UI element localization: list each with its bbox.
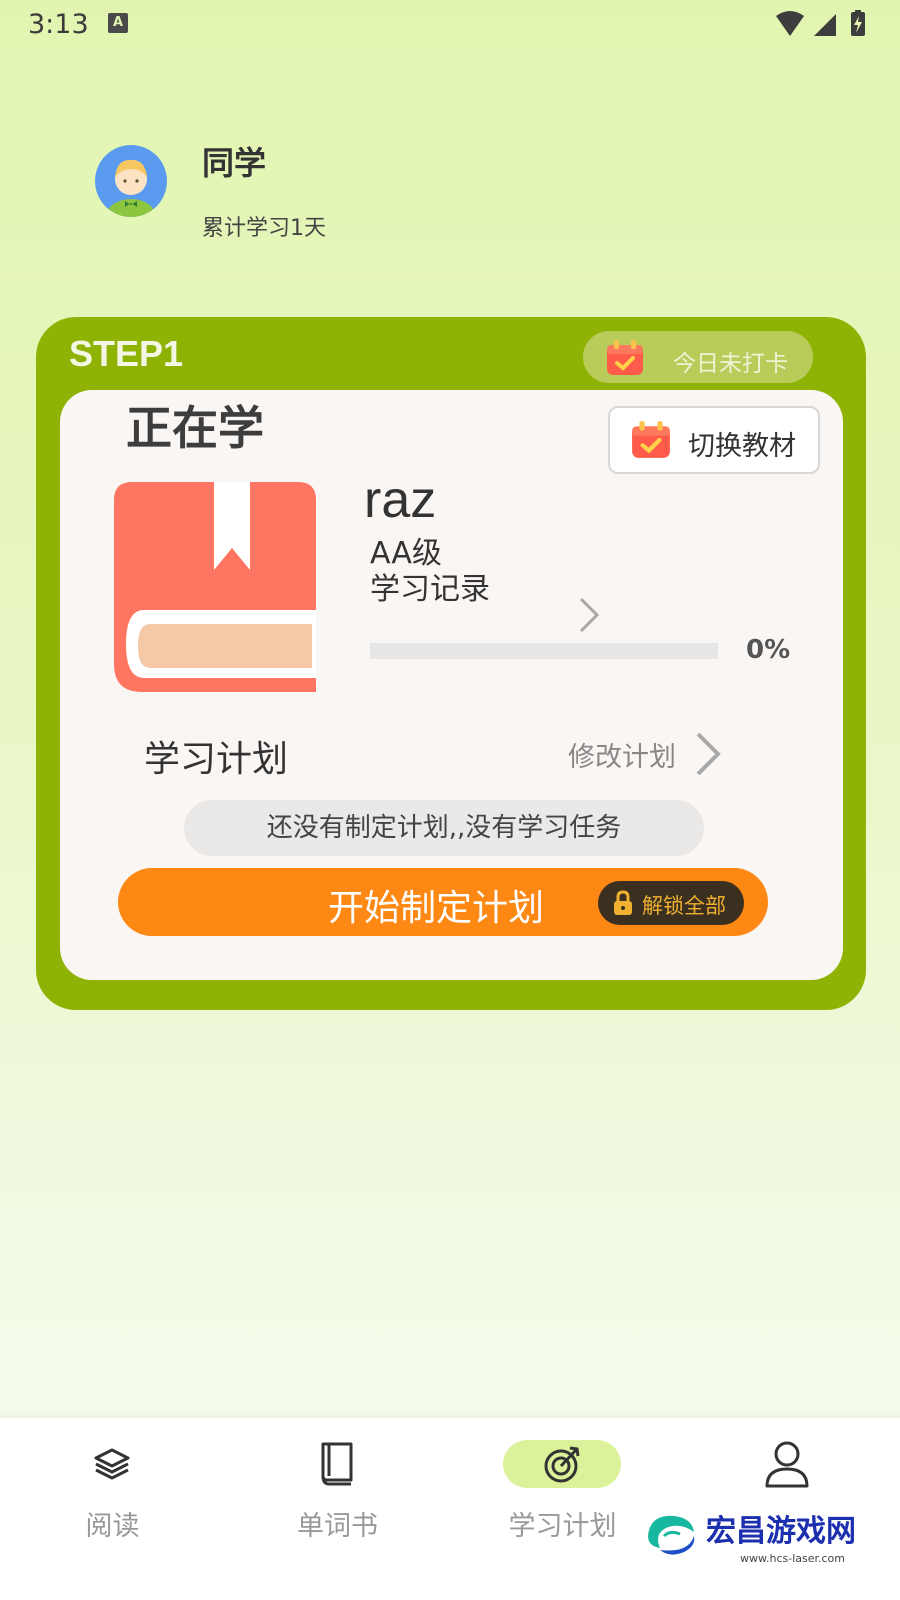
target-icon	[544, 1446, 580, 1483]
study-days-count: 累计学习1天	[202, 216, 326, 241]
watermark-title: 宏昌游戏网	[706, 1514, 856, 1549]
layers-icon	[94, 1448, 130, 1480]
watermark: 宏昌游戏网 www.hcs-laser.com	[640, 1500, 885, 1570]
current-learning-panel: 正在学 切换教材 raz AA级 学习记录 0% 学习计划 修改计划 还没有制定…	[60, 390, 843, 980]
watermark-url: www.hcs-laser.com	[740, 1552, 845, 1565]
study-plan-title: 学习计划	[144, 739, 289, 780]
status-bar: 3:13 A	[0, 0, 900, 50]
switch-textbook-label: 切换教材	[688, 431, 796, 462]
start-plan-label: 开始制定计划	[328, 888, 545, 929]
study-card: STEP1 今日未打卡 正在学 切换教材 raz AA级 学习记录 0% 学习计…	[36, 317, 866, 1010]
switch-textbook-button[interactable]: 切换教材	[608, 406, 820, 474]
battery-icon	[851, 10, 865, 36]
tab-label: 单词书	[297, 1511, 378, 1542]
status-icons	[772, 10, 872, 38]
calendar-check-icon	[607, 340, 643, 375]
checkin-status-button[interactable]: 今日未打卡	[583, 331, 813, 383]
signal-icon	[814, 14, 836, 36]
user-icon	[765, 1441, 809, 1488]
notification-badge-icon: A	[108, 13, 128, 33]
unlock-all-badge[interactable]: 解锁全部	[598, 881, 744, 925]
learning-title: 正在学	[126, 401, 264, 455]
watermark-logo-icon	[648, 1515, 695, 1555]
modify-plan-link[interactable]: 修改计划	[568, 735, 676, 774]
chevron-right-icon[interactable]	[575, 595, 605, 635]
study-record-link[interactable]: 学习记录	[370, 564, 490, 608]
status-time: 3:13	[28, 9, 89, 40]
start-plan-button[interactable]: 开始制定计划 解锁全部	[118, 868, 768, 936]
calendar-check-icon	[632, 421, 670, 458]
study-progress-text: 0%	[746, 635, 791, 665]
study-progress-bar	[370, 643, 718, 659]
user-avatar[interactable]	[95, 145, 167, 217]
book-name: raz	[364, 471, 437, 529]
book-cover-icon[interactable]	[114, 482, 316, 692]
unlock-all-label: 解锁全部	[642, 894, 726, 918]
book-icon	[321, 1442, 353, 1486]
step-label: STEP1	[69, 333, 184, 374]
lock-icon	[614, 890, 632, 915]
chevron-right-icon[interactable]	[692, 730, 726, 778]
tab-label: 阅读	[85, 1511, 140, 1542]
tab-wordbook[interactable]: 单词书	[225, 1418, 450, 1568]
user-name: 同学	[202, 144, 267, 182]
checkin-status-text: 今日未打卡	[673, 351, 788, 377]
empty-plan-message: 还没有制定计划,,没有学习任务	[184, 800, 704, 856]
wifi-icon	[776, 11, 804, 36]
tab-reading[interactable]: 阅读	[0, 1418, 225, 1568]
